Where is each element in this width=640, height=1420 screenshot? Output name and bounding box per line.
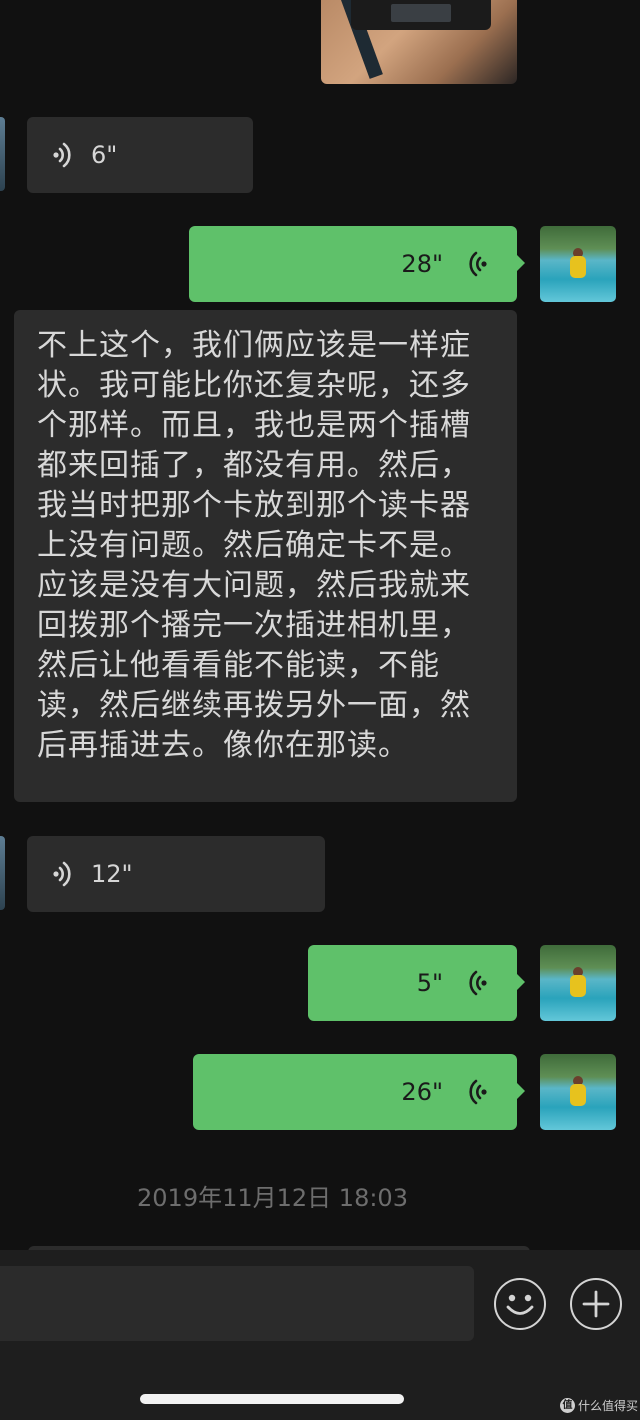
voice-wave-icon — [53, 861, 71, 887]
text-message-incoming[interactable]: 不上这个，我们俩应该是一样症 状。我可能比你还复杂呢，还多 个那样。而且，我也是… — [14, 310, 517, 802]
voice-message-incoming[interactable]: 12" — [27, 836, 325, 912]
voice-wave-icon — [469, 251, 487, 277]
message-line: 状。我可能比你还复杂呢，还多 — [37, 368, 471, 403]
message-line: 应该是没有大问题，然后我就来 — [37, 568, 471, 603]
message-line: 不上这个，我们俩应该是一样症 — [37, 328, 471, 363]
more-button[interactable] — [570, 1278, 622, 1330]
photo-message[interactable] — [321, 0, 517, 84]
my-avatar[interactable] — [540, 226, 616, 302]
voice-wave-icon — [53, 142, 71, 168]
message-line: 后再插进去。像你在那读。 — [37, 728, 409, 763]
voice-message-outgoing[interactable]: 5" — [308, 945, 525, 1021]
message-input[interactable] — [0, 1266, 474, 1341]
contact-avatar[interactable] — [0, 836, 5, 910]
my-avatar[interactable] — [540, 945, 616, 1021]
message-line: 然后让他看看能不能读，不能 — [37, 648, 440, 683]
voice-duration: 6" — [91, 141, 118, 169]
message-line: 回拨那个播完一次插进相机里， — [37, 608, 471, 643]
voice-duration: 28" — [401, 250, 443, 278]
camera-image — [351, 0, 491, 30]
watermark: 值 什么值得买 — [560, 1397, 638, 1414]
voice-duration: 12" — [91, 860, 133, 888]
voice-wave-icon — [469, 1079, 487, 1105]
voice-message-incoming[interactable]: 6" — [27, 117, 253, 193]
message-timestamp: 2019年11月12日 18:03 — [137, 1184, 408, 1212]
message-line: 上没有问题。然后确定卡不是。 — [37, 528, 471, 563]
watermark-badge: 值 — [560, 1398, 575, 1413]
watermark-text: 什么值得买 — [578, 1399, 639, 1413]
voice-duration: 26" — [401, 1078, 443, 1106]
voice-duration: 5" — [416, 969, 443, 997]
message-line: 读，然后继续再拨另外一面，然 — [37, 688, 471, 723]
message-line: 我当时把那个卡放到那个读卡器 — [37, 488, 471, 523]
contact-avatar[interactable] — [0, 117, 5, 191]
voice-message-outgoing[interactable]: 28" — [189, 226, 525, 302]
voice-wave-icon — [469, 970, 487, 996]
message-line: 个那样。而且，我也是两个插槽 — [37, 408, 471, 443]
plus-circle-icon — [582, 1290, 610, 1318]
emoji-button[interactable] — [494, 1278, 546, 1330]
message-line: 都来回插了，都没有用。然后， — [37, 448, 471, 483]
smiley-face-icon — [506, 1294, 534, 1315]
voice-message-outgoing[interactable]: 26" — [193, 1054, 525, 1130]
home-indicator[interactable] — [140, 1394, 404, 1404]
my-avatar[interactable] — [540, 1054, 616, 1130]
